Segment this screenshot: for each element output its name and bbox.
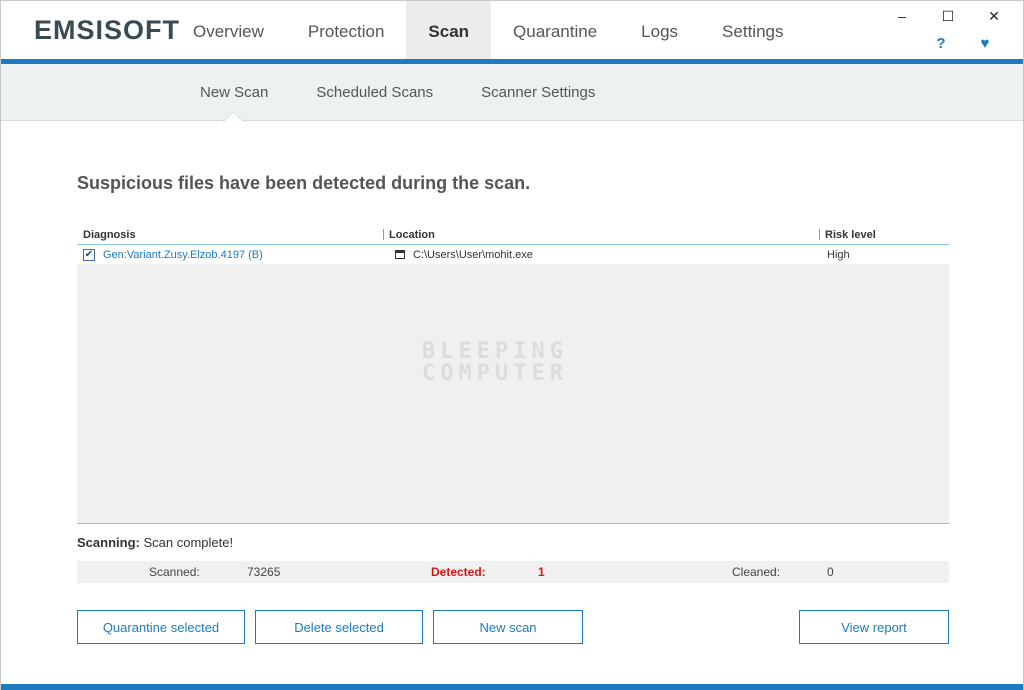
tab-overview[interactable]: Overview bbox=[171, 1, 286, 63]
grid-header: Diagnosis Location Risk level bbox=[77, 225, 949, 245]
watermark-line-1: BLEEPING bbox=[422, 339, 568, 364]
table-row[interactable]: ✔ Gen:Variant.Zusy.Elzob.4197 (B) C:\Use… bbox=[77, 245, 949, 264]
subtab-scheduled-scans[interactable]: Scheduled Scans bbox=[292, 64, 457, 121]
scan-status-value: Scan complete! bbox=[143, 535, 234, 550]
new-scan-button[interactable]: New scan bbox=[433, 610, 583, 644]
location-cell: C:\Users\User\mohit.exe bbox=[413, 248, 533, 261]
risk-cell: High bbox=[827, 248, 850, 261]
detections-grid: Diagnosis Location Risk level ✔ Gen:Vari… bbox=[77, 225, 949, 525]
view-report-button[interactable]: View report bbox=[799, 610, 949, 644]
cleaned-value: 0 bbox=[827, 565, 834, 579]
maximize-icon: ☐ bbox=[941, 7, 955, 24]
close-button[interactable]: ✕ bbox=[971, 5, 1017, 27]
heart-icon[interactable]: ♥ bbox=[977, 35, 993, 52]
scanned-value: 73265 bbox=[247, 565, 281, 579]
app-window: EMSISOFT Overview Protection Scan Quaran… bbox=[0, 0, 1024, 690]
tab-logs[interactable]: Logs bbox=[619, 1, 700, 63]
diagnosis-cell: Gen:Variant.Zusy.Elzob.4197 (B) bbox=[103, 248, 263, 261]
column-header-diagnosis[interactable]: Diagnosis bbox=[77, 225, 383, 244]
help-icon[interactable]: ? bbox=[933, 35, 949, 52]
sub-nav: New Scan Scheduled Scans Scanner Setting… bbox=[1, 64, 1023, 121]
watermark-line-2: COMPUTER bbox=[422, 361, 568, 386]
top-bar: EMSISOFT Overview Protection Scan Quaran… bbox=[1, 1, 1023, 63]
subtab-new-scan[interactable]: New Scan bbox=[176, 64, 292, 121]
detected-label: Detected: bbox=[431, 565, 486, 579]
scan-status: Scanning: Scan complete! bbox=[77, 535, 233, 550]
scan-stats-bar: Scanned: 73265 Detected: 1 Cleaned: 0 bbox=[77, 561, 949, 583]
subtab-scanner-settings[interactable]: Scanner Settings bbox=[457, 64, 619, 121]
tab-settings[interactable]: Settings bbox=[700, 1, 805, 63]
scan-status-label: Scanning: bbox=[77, 535, 140, 550]
tab-quarantine[interactable]: Quarantine bbox=[491, 1, 619, 63]
column-header-risk[interactable]: Risk level bbox=[819, 225, 949, 244]
close-icon: ✕ bbox=[988, 7, 1000, 24]
checkmark-icon: ✔ bbox=[84, 248, 94, 260]
window-controls: – ☐ ✕ bbox=[879, 5, 1017, 27]
help-icons: ? ♥ bbox=[933, 35, 993, 52]
quarantine-selected-button[interactable]: Quarantine selected bbox=[77, 610, 245, 644]
file-icon bbox=[395, 250, 405, 259]
emsisoft-logo: EMSISOFT bbox=[34, 15, 181, 45]
minimize-button[interactable]: – bbox=[879, 5, 925, 27]
delete-selected-button[interactable]: Delete selected bbox=[255, 610, 423, 644]
maximize-button[interactable]: ☐ bbox=[925, 5, 971, 27]
tab-scan[interactable]: Scan bbox=[406, 1, 492, 63]
main-nav: Overview Protection Scan Quarantine Logs… bbox=[171, 1, 805, 63]
watermark: BLEEPING COMPUTER bbox=[422, 341, 568, 385]
row-checkbox[interactable]: ✔ bbox=[83, 248, 95, 261]
cleaned-label: Cleaned: bbox=[732, 565, 781, 579]
footer-accent-bar bbox=[1, 684, 1023, 690]
scanned-label: Scanned: bbox=[149, 565, 200, 579]
page-heading: Suspicious files have been detected duri… bbox=[77, 173, 531, 193]
tab-protection[interactable]: Protection bbox=[286, 1, 407, 63]
minimize-icon: – bbox=[898, 8, 906, 24]
detected-value: 1 bbox=[538, 565, 545, 579]
grid-body: ✔ Gen:Variant.Zusy.Elzob.4197 (B) C:\Use… bbox=[77, 245, 949, 524]
column-header-location[interactable]: Location bbox=[383, 225, 819, 244]
